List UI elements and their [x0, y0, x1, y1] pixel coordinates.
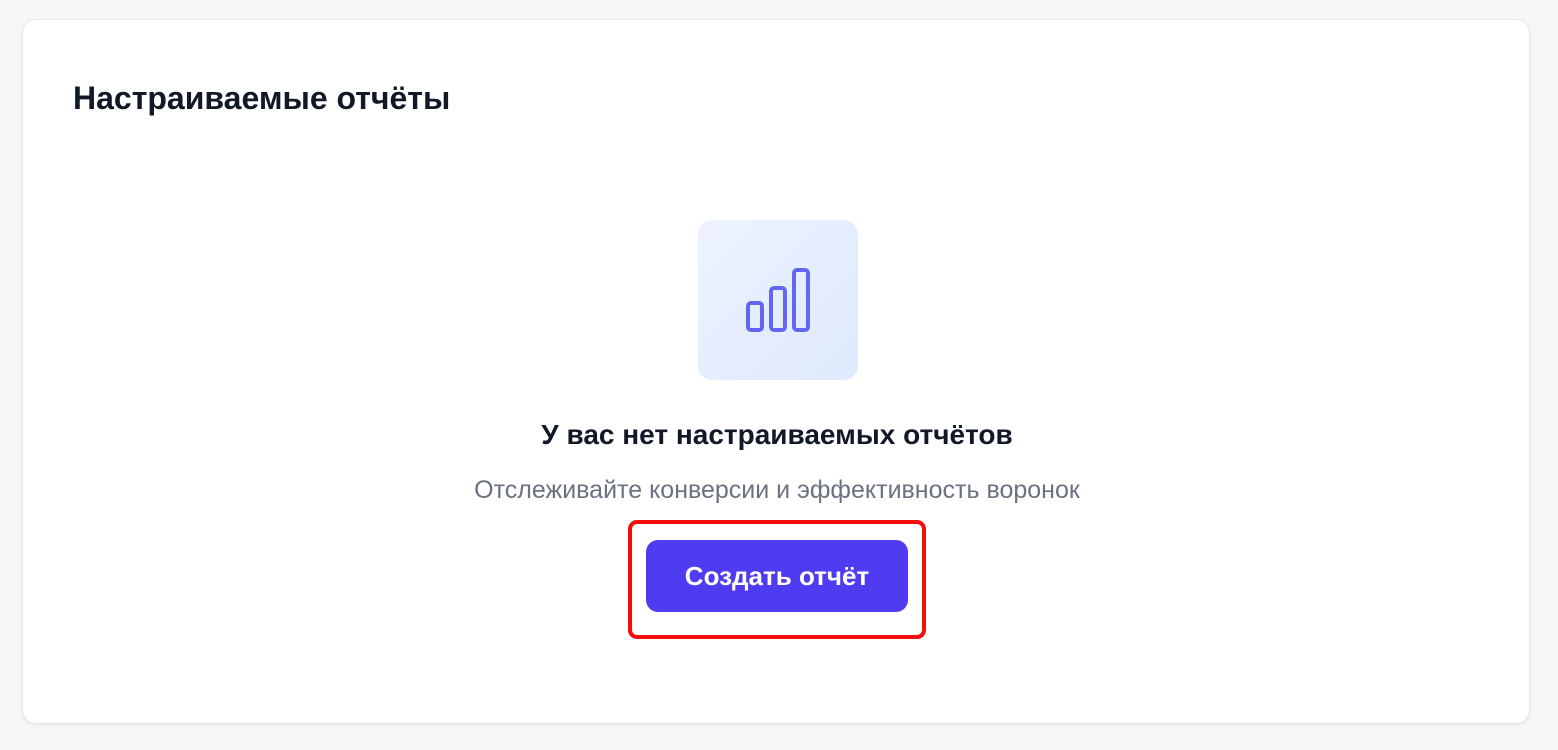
empty-state-title: У вас нет настраиваемых отчётов [541, 419, 1013, 450]
empty-state-subtitle: Отслеживайте конверсии и эффективность в… [474, 476, 1080, 504]
empty-state-icon-box [698, 220, 858, 380]
card-title: Настраиваемые отчёты [73, 80, 451, 116]
custom-reports-card: Настраиваемые отчёты У вас нет настраива… [22, 19, 1530, 724]
bar-chart-icon [746, 268, 810, 332]
create-report-button[interactable]: Создать отчёт [646, 540, 908, 612]
